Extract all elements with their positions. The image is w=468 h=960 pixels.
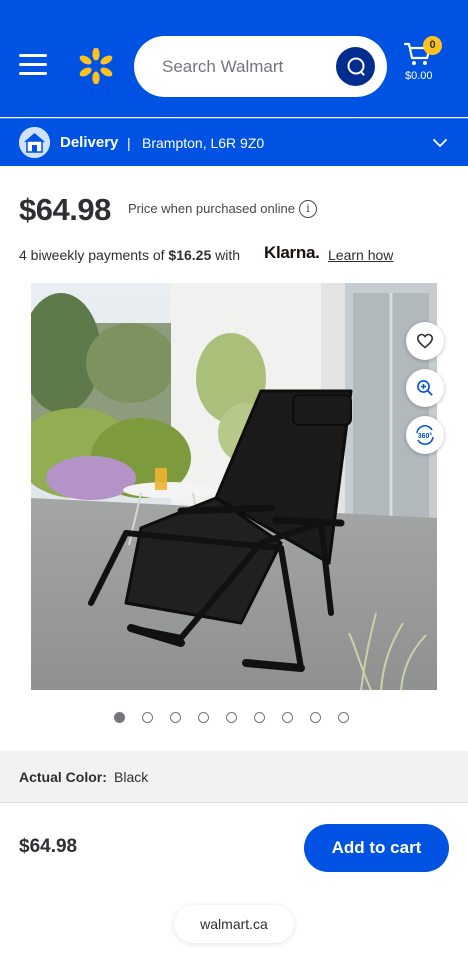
store-house-icon bbox=[19, 127, 50, 158]
heart-icon bbox=[417, 333, 433, 349]
klarna-amount: $16.25 bbox=[168, 247, 212, 263]
cart-total: $0.00 bbox=[405, 70, 433, 82]
color-label: Actual Color: bbox=[19, 769, 107, 785]
carousel-dot[interactable] bbox=[338, 712, 349, 723]
view-360-label: 360° bbox=[418, 432, 433, 440]
zoom-in-icon bbox=[417, 380, 433, 396]
image-carousel-dots bbox=[114, 712, 349, 724]
carousel-dot[interactable] bbox=[282, 712, 293, 723]
klarna-suffix: with bbox=[211, 247, 241, 263]
header: Search Walmart 0 $0.00 bbox=[0, 0, 468, 117]
price-note: Price when purchased online bbox=[128, 201, 295, 216]
carousel-dot[interactable] bbox=[170, 712, 181, 723]
klarna-payment-text: 4 biweekly payments of $16.25 with bbox=[19, 247, 240, 263]
search-button[interactable] bbox=[336, 47, 375, 86]
klarna-logo: Klarna. bbox=[264, 243, 320, 262]
delivery-label: Delivery bbox=[60, 134, 119, 151]
sticky-price: $64.98 bbox=[19, 836, 78, 857]
klarna-prefix: 4 biweekly payments of bbox=[19, 247, 169, 263]
product-image[interactable] bbox=[31, 283, 437, 690]
zero-gravity-chair-photo bbox=[31, 283, 437, 690]
product-price: $64.98 bbox=[19, 192, 111, 227]
color-selector-row[interactable]: Actual Color: Black bbox=[0, 751, 468, 803]
browser-url-pill[interactable]: walmart.ca bbox=[174, 905, 294, 943]
carousel-dot[interactable] bbox=[310, 712, 321, 723]
favorite-button[interactable] bbox=[406, 322, 444, 360]
cart-button[interactable]: 0 $0.00 bbox=[400, 36, 450, 88]
search-bar[interactable]: Search Walmart bbox=[134, 36, 387, 97]
carousel-dot[interactable] bbox=[198, 712, 209, 723]
carousel-dot[interactable] bbox=[142, 712, 153, 723]
klarna-learn-how-link[interactable]: Learn how bbox=[328, 247, 393, 263]
search-icon bbox=[347, 57, 365, 76]
search-input[interactable]: Search Walmart bbox=[162, 36, 283, 97]
carousel-dot[interactable] bbox=[114, 712, 125, 723]
color-value: Black bbox=[114, 769, 149, 785]
carousel-dot[interactable] bbox=[254, 712, 265, 723]
chevron-down-icon[interactable] bbox=[432, 135, 448, 151]
cart-count-badge: 0 bbox=[423, 36, 442, 55]
info-icon[interactable]: i bbox=[299, 200, 317, 218]
delivery-location: Brampton, L6R 9Z0 bbox=[142, 135, 265, 151]
carousel-dot[interactable] bbox=[226, 712, 237, 723]
delivery-location-bar[interactable]: Delivery | Brampton, L6R 9Z0 bbox=[0, 118, 468, 166]
zoom-button[interactable] bbox=[406, 369, 444, 407]
view-360-button[interactable]: 360° bbox=[406, 416, 444, 454]
menu-icon[interactable] bbox=[19, 54, 47, 76]
delivery-separator: | bbox=[127, 135, 131, 151]
add-to-cart-button[interactable]: Add to cart bbox=[304, 824, 449, 872]
walmart-spark-logo[interactable] bbox=[78, 48, 114, 84]
360-view-icon: 360° bbox=[416, 425, 434, 445]
